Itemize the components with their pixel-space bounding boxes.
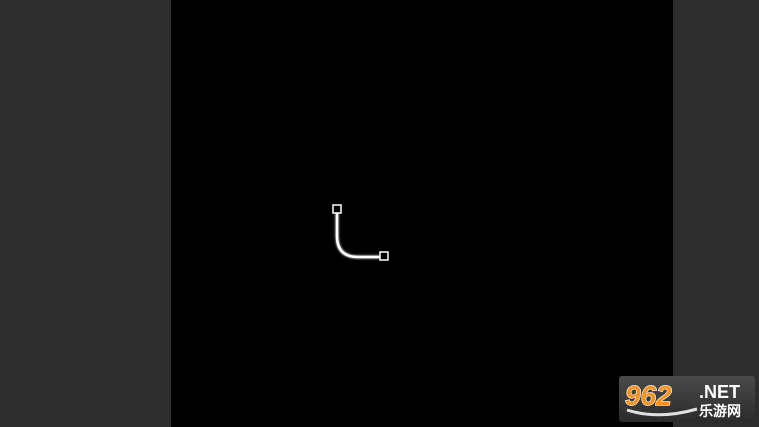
watermark-number: 962 <box>625 380 672 411</box>
site-watermark-logo: 962 .NET 乐游网 <box>619 376 755 422</box>
start-node-square[interactable] <box>332 204 342 214</box>
watermark-subtitle: 乐游网 <box>699 403 741 420</box>
pipe-path <box>335 212 381 259</box>
puzzle-canvas <box>332 204 389 261</box>
left-side-panel <box>0 0 171 427</box>
right-side-panel <box>673 0 759 427</box>
end-node-square[interactable] <box>379 251 389 261</box>
game-screen: 962 .NET 乐游网 <box>0 0 759 427</box>
puzzle-board[interactable] <box>171 0 673 427</box>
watermark-domain: .NET <box>699 382 740 402</box>
